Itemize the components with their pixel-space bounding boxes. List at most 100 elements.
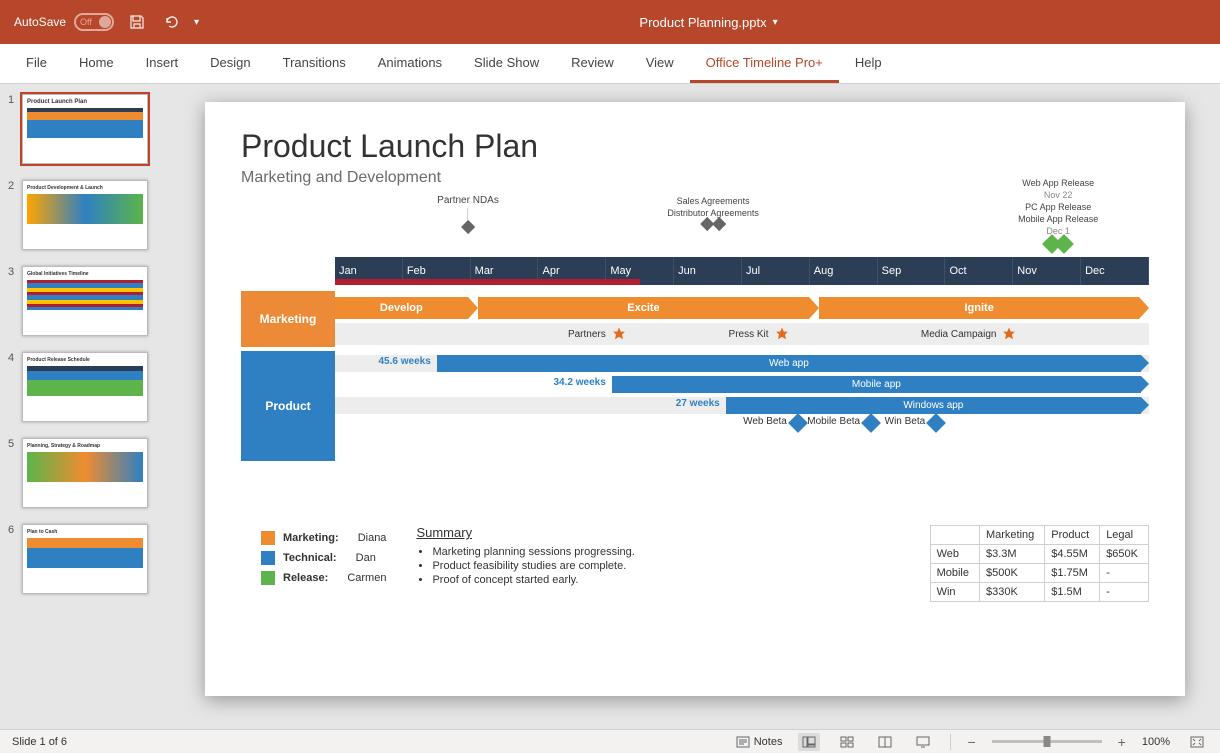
tab-view[interactable]: View: [630, 44, 690, 83]
swimlane-marketing-label: Marketing: [241, 291, 335, 347]
tab-animations[interactable]: Animations: [362, 44, 458, 83]
chevron-down-icon: ▾: [773, 17, 778, 28]
view-sorter-icon[interactable]: [836, 733, 858, 751]
slide-thumbnails-panel[interactable]: 1 Product Launch Plan 2 Product Developm…: [0, 84, 170, 729]
star-icon: [612, 327, 626, 341]
zoom-percent[interactable]: 100%: [1142, 736, 1170, 748]
zoom-slider[interactable]: [992, 740, 1102, 743]
thumb-number: 5: [8, 438, 18, 508]
task-press-kit: Press Kit: [729, 329, 775, 340]
summary-item: Marketing planning sessions progressing.: [432, 546, 634, 558]
autosave-group: AutoSave Off: [14, 13, 114, 31]
tab-slide-show[interactable]: Slide Show: [458, 44, 555, 83]
mobile-duration: 34.2 weeks: [553, 377, 611, 388]
budget-table: Marketing Product Legal Web $3.3M $4.55M…: [930, 525, 1149, 602]
tab-office-timeline[interactable]: Office Timeline Pro+: [690, 44, 839, 83]
beta-milestones-row: Web Beta Mobile Beta Win Beta: [335, 416, 1149, 436]
slide-thumb-1[interactable]: Product Launch Plan: [22, 94, 148, 164]
phase-develop: Develop: [335, 297, 468, 319]
table-row: Mobile $500K $1.75M -: [930, 564, 1148, 583]
tab-review[interactable]: Review: [555, 44, 630, 83]
web-duration: 45.6 weeks: [378, 356, 436, 367]
tab-design[interactable]: Design: [194, 44, 266, 83]
slide-thumb-2[interactable]: Product Development & Launch: [22, 180, 148, 250]
legend-marketing-name: Diana: [358, 532, 387, 544]
table-row: Web $3.3M $4.55M $650K: [930, 545, 1148, 564]
slide-title: Product Launch Plan: [241, 128, 1149, 165]
top-milestones: Partner NDAs Sales Agreements Distributo…: [241, 195, 1149, 257]
slide-indicator: Slide 1 of 6: [12, 736, 67, 748]
table-row: Win $330K $1.5M -: [930, 583, 1148, 602]
col-product: Product: [1045, 526, 1100, 545]
marketing-milestones-row: Partners Press Kit Media Campaign: [335, 323, 1149, 345]
slide-thumb-6[interactable]: Plan to Cash: [22, 524, 148, 594]
thumb-number: 4: [8, 352, 18, 422]
thumb-number: 1: [8, 94, 18, 164]
month-jul: Jul: [742, 257, 810, 285]
month-sep: Sep: [878, 257, 946, 285]
view-slideshow-icon[interactable]: [912, 733, 934, 751]
autosave-label: AutoSave: [14, 15, 66, 29]
view-reading-icon[interactable]: [874, 733, 896, 751]
beta-web: Web Beta: [743, 416, 791, 427]
month-jun: Jun: [674, 257, 742, 285]
legend-swatch-orange: [261, 531, 275, 545]
notes-label: Notes: [754, 736, 783, 748]
thumb-number: 2: [8, 180, 18, 250]
view-normal-icon[interactable]: [798, 733, 820, 751]
milestone-sales-distributor: Sales Agreements Distributor Agreements: [667, 195, 759, 232]
slide-1[interactable]: Product Launch Plan Marketing and Develo…: [205, 102, 1185, 696]
task-media: Media Campaign: [921, 329, 1003, 340]
notes-button[interactable]: Notes: [736, 736, 783, 748]
tab-file[interactable]: File: [10, 44, 63, 83]
thumb-number: 6: [8, 524, 18, 594]
windows-duration: 27 weeks: [676, 398, 726, 409]
document-title[interactable]: Product Planning.pptx ▾: [211, 15, 1206, 30]
timeline-chart: Partner NDAs Sales Agreements Distributo…: [241, 195, 1149, 485]
qat-customize-icon[interactable]: ▾: [194, 17, 199, 28]
document-title-text: Product Planning.pptx: [639, 15, 766, 30]
legend: Marketing: Diana Technical: Dan Release:…: [241, 525, 386, 591]
month-dec: Dec: [1081, 257, 1149, 285]
zoom-in-button[interactable]: +: [1118, 734, 1126, 750]
tab-home[interactable]: Home: [63, 44, 130, 83]
slide-subtitle: Marketing and Development: [241, 169, 1149, 187]
legend-technical-role: Technical:: [283, 552, 337, 564]
star-icon: [775, 327, 789, 341]
beta-mobile: Mobile Beta: [807, 416, 864, 427]
bar-mobile-app: Mobile app: [612, 376, 1141, 393]
slide-canvas-area[interactable]: Product Launch Plan Marketing and Develo…: [170, 84, 1220, 729]
legend-release-name: Carmen: [347, 572, 386, 584]
month-nov: Nov: [1013, 257, 1081, 285]
status-bar: Slide 1 of 6 Notes − + 100%: [0, 729, 1220, 753]
legend-technical-name: Dan: [356, 552, 376, 564]
milestone-partner-ndas: Partner NDAs: [437, 195, 499, 235]
tab-insert[interactable]: Insert: [130, 44, 195, 83]
star-icon: [1002, 327, 1016, 341]
phase-excite: Excite: [478, 297, 810, 319]
zoom-out-button[interactable]: −: [967, 734, 975, 750]
tab-transitions[interactable]: Transitions: [267, 44, 362, 83]
save-icon[interactable]: [126, 11, 148, 33]
title-bar: AutoSave Off ▾ Product Planning.pptx ▾: [0, 0, 1220, 44]
fit-to-window-icon[interactable]: [1186, 733, 1208, 751]
milestone-releases: Web App Release Nov 22 PC App Release Mo…: [1018, 177, 1098, 254]
legend-release-role: Release:: [283, 572, 328, 584]
legend-swatch-blue: [261, 551, 275, 565]
summary-block: Summary Marketing planning sessions prog…: [416, 525, 634, 588]
summary-item: Product feasibility studies are complete…: [432, 560, 634, 572]
col-marketing: Marketing: [979, 526, 1044, 545]
swimlane-marketing: Marketing Develop Excite Ignite Partners…: [241, 291, 1149, 347]
tab-help[interactable]: Help: [839, 44, 898, 83]
bar-web-app: Web app: [437, 355, 1141, 372]
phase-ignite: Ignite: [819, 297, 1139, 319]
autosave-toggle[interactable]: Off: [74, 13, 114, 31]
swimlane-product: Product 45.6 weeks Web app 34.2 weeks Mo…: [241, 351, 1149, 461]
slide-thumb-4[interactable]: Product Release Schedule: [22, 352, 148, 422]
swimlane-product-label: Product: [241, 351, 335, 461]
slide-thumb-3[interactable]: Global Initiatives Timeline: [22, 266, 148, 336]
beta-win: Win Beta: [885, 416, 930, 427]
slide-thumb-5[interactable]: Planning, Strategy & Roadmap: [22, 438, 148, 508]
app-window: AutoSave Off ▾ Product Planning.pptx ▾ F…: [0, 0, 1220, 753]
undo-icon[interactable]: [160, 11, 182, 33]
